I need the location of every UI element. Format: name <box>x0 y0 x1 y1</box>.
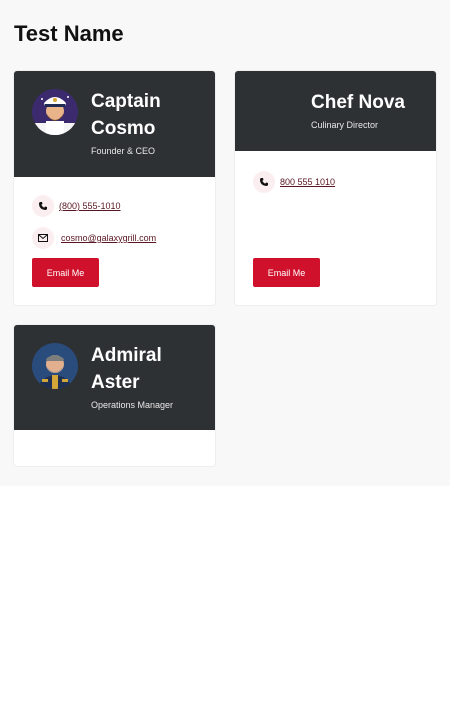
member-name: Captain Cosmo <box>91 91 161 139</box>
team-section: Test Name Captain Cosmo Founder & CEO (8… <box>0 0 450 486</box>
member-role: Founder & CEO <box>91 146 156 156</box>
phone-icon <box>253 171 275 193</box>
member-name: Admiral Aster <box>91 345 162 393</box>
member-name: Chef Nova <box>311 92 405 113</box>
email-link[interactable]: cosmo@galaxygrill.com <box>61 233 156 243</box>
email-me-button[interactable]: Email Me <box>253 258 320 287</box>
phone-icon <box>32 195 54 217</box>
email-me-button[interactable]: Email Me <box>32 258 99 287</box>
astronaut-captain-avatar <box>32 89 78 135</box>
admiral-avatar <box>32 343 78 389</box>
team-card-admiral-aster: Admiral Aster Operations Manager <box>14 325 215 466</box>
card-header: Admiral Aster Operations Manager <box>14 325 215 430</box>
phone-row: 800 555 1010 <box>253 171 335 193</box>
envelope-icon <box>32 227 54 249</box>
email-row: cosmo@galaxygrill.com <box>32 227 156 249</box>
phone-link[interactable]: 800 555 1010 <box>280 177 335 187</box>
member-role: Operations Manager <box>91 400 174 410</box>
card-header: Chef Nova Culinary Director <box>235 71 436 151</box>
phone-link[interactable]: (800) 555-1010 <box>59 201 121 211</box>
phone-row: (800) 555-1010 <box>32 195 121 217</box>
page-title: Test Name <box>14 21 124 46</box>
team-card-captain-cosmo: Captain Cosmo Founder & CEO (800) 555-10… <box>14 71 215 305</box>
team-card-chef-nova: Chef Nova Culinary Director 800 555 1010… <box>235 71 436 305</box>
card-header: Captain Cosmo Founder & CEO <box>14 71 215 177</box>
member-role: Culinary Director <box>311 120 379 130</box>
